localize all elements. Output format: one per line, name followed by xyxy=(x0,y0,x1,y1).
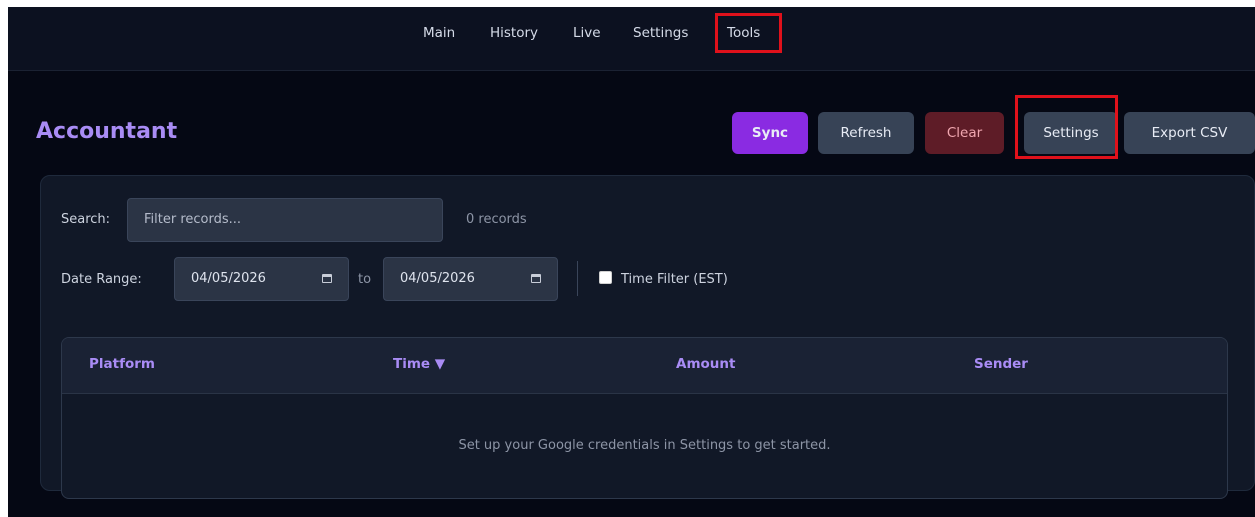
top-nav: Main History Live Settings Tools xyxy=(8,7,1255,71)
to-label: to xyxy=(358,272,372,287)
records-card: Search: Filter records... 0 records Date… xyxy=(40,175,1255,499)
search-label: Search: xyxy=(61,212,111,227)
nav-history[interactable]: History xyxy=(490,23,538,43)
column-time[interactable]: Time ▼ xyxy=(393,356,445,372)
empty-state-message: Set up your Google credentials in Settin… xyxy=(458,438,831,453)
date-range-label: Date Range: xyxy=(61,272,142,287)
search-input[interactable]: Filter records... xyxy=(127,198,443,242)
date-to-input[interactable]: 04/05/2026 xyxy=(383,257,558,301)
screenshot-frame: Main History Live Settings Tools Account… xyxy=(0,0,1255,517)
date-from-input[interactable]: 04/05/2026 xyxy=(174,257,349,301)
export-csv-button[interactable]: Export CSV xyxy=(1124,112,1255,154)
table-header: Platform Time ▼ Amount Sender xyxy=(62,338,1227,394)
records-table: Platform Time ▼ Amount Sender Set up you… xyxy=(61,337,1228,499)
settings-button-highlight xyxy=(1015,95,1118,159)
nav-live[interactable]: Live xyxy=(573,23,601,43)
calendar-icon[interactable] xyxy=(531,274,541,283)
column-sender[interactable]: Sender xyxy=(974,356,1028,372)
nav-main[interactable]: Main xyxy=(423,23,455,43)
refresh-button[interactable]: Refresh xyxy=(818,112,914,154)
nav-settings[interactable]: Settings xyxy=(633,23,688,43)
time-filter-checkbox[interactable] xyxy=(599,271,612,284)
column-amount[interactable]: Amount xyxy=(676,356,735,372)
nav-tools-highlight xyxy=(715,13,782,53)
time-filter-label: Time Filter (EST) xyxy=(621,272,728,287)
date-to-value: 04/05/2026 xyxy=(400,271,475,286)
sync-button[interactable]: Sync xyxy=(732,112,808,154)
filter-divider xyxy=(577,261,578,296)
date-from-value: 04/05/2026 xyxy=(191,271,266,286)
page-title: Accountant xyxy=(36,119,178,144)
column-platform[interactable]: Platform xyxy=(89,356,155,372)
app-window: Main History Live Settings Tools Account… xyxy=(8,7,1255,517)
calendar-icon[interactable] xyxy=(322,274,332,283)
clear-button[interactable]: Clear xyxy=(925,112,1004,154)
records-count: 0 records xyxy=(466,212,527,227)
